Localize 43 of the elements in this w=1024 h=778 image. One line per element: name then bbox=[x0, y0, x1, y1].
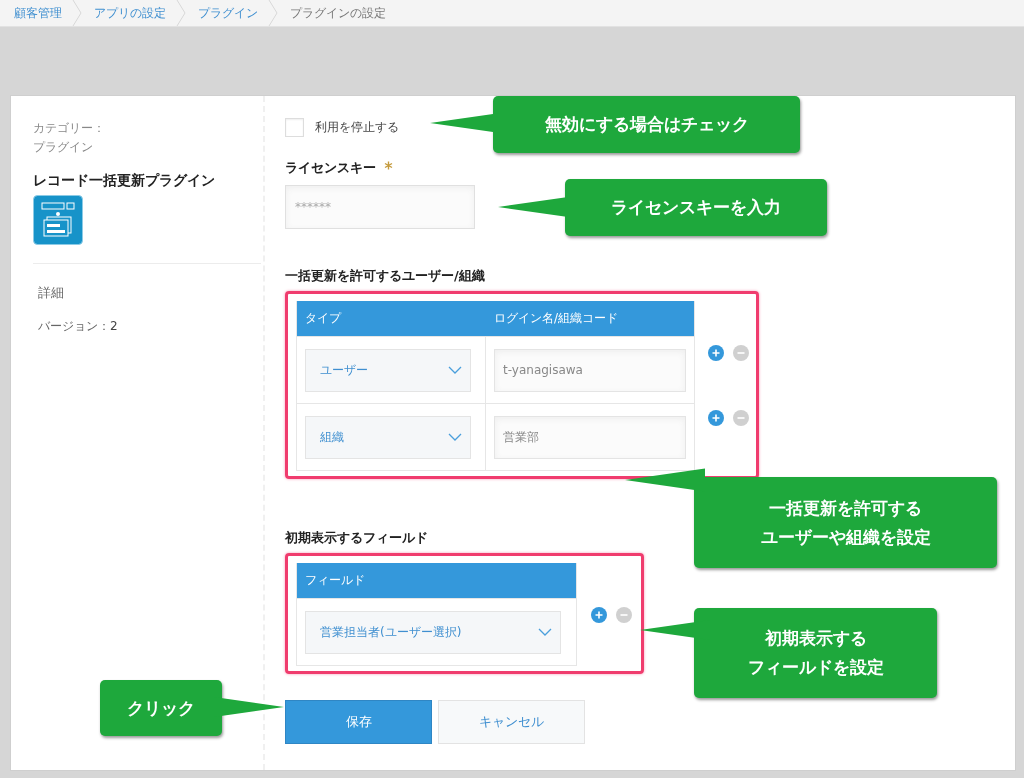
checkbox[interactable] bbox=[285, 118, 304, 137]
select-dropdown[interactable]: ユーザー bbox=[305, 348, 471, 392]
text-field[interactable]: 営業部 bbox=[494, 415, 686, 459]
breadcrumb-item[interactable]: 顧客管理 bbox=[14, 4, 72, 22]
license-key-field[interactable]: ****** bbox=[285, 185, 475, 229]
caret-icon bbox=[538, 627, 552, 637]
version-number: 2 bbox=[110, 319, 118, 333]
cancel-button[interactable]: キャンセル bbox=[438, 700, 585, 744]
callout-text: クリック bbox=[127, 696, 195, 720]
category-label: カテゴリー： bbox=[33, 120, 106, 137]
section-title: 初期表示するフィールド bbox=[285, 529, 428, 547]
select-dropdown[interactable]: 営業担当者(ユーザー選択) bbox=[305, 610, 561, 654]
plugin-icon bbox=[33, 195, 83, 245]
category-value: プラグイン bbox=[33, 139, 94, 156]
breadcrumb-item[interactable]: アプリの設定 bbox=[94, 4, 176, 22]
remove-row-button[interactable] bbox=[733, 345, 749, 361]
breadcrumb-item: プラグインの設定 bbox=[290, 4, 387, 22]
remove-row-button[interactable] bbox=[733, 410, 749, 426]
section-title: 一括更新を許可するユーザー/組織 bbox=[285, 267, 485, 285]
callout-text: 初期表示する bbox=[764, 627, 867, 651]
license-key-label: ライセンスキー bbox=[285, 159, 376, 177]
caret-icon bbox=[448, 432, 462, 442]
version-label: バージョン： bbox=[38, 319, 110, 333]
callout-text: 無効にする場合はチェック bbox=[544, 113, 749, 137]
save-button[interactable]: 保存 bbox=[285, 700, 432, 744]
caret-icon bbox=[448, 365, 462, 375]
callout-text: 一括更新を許可する bbox=[769, 496, 922, 520]
checkbox-label: 利用を停止する bbox=[315, 119, 399, 136]
callout-text: フィールドを設定 bbox=[747, 656, 884, 679]
plugin-name: レコード一括更新プラグイン bbox=[33, 172, 216, 190]
remove-row-button[interactable] bbox=[616, 607, 632, 623]
select-dropdown[interactable]: 組織 bbox=[305, 415, 471, 459]
callout-text: ライセンスキーを入力 bbox=[611, 196, 781, 220]
column-header: タイプ bbox=[304, 310, 343, 327]
column-header: ログイン名/組織コード bbox=[493, 310, 619, 327]
text-field[interactable]: t-yanagisawa bbox=[494, 348, 686, 392]
add-row-button[interactable] bbox=[708, 410, 724, 426]
add-row-button[interactable] bbox=[591, 607, 607, 623]
column-header: フィールド bbox=[304, 572, 366, 589]
callout-text: ユーザーや組織を設定 bbox=[760, 525, 931, 549]
details-link[interactable]: 詳細 bbox=[38, 284, 263, 302]
add-row-button[interactable] bbox=[708, 345, 724, 361]
breadcrumb-item[interactable]: プラグイン bbox=[198, 4, 268, 22]
